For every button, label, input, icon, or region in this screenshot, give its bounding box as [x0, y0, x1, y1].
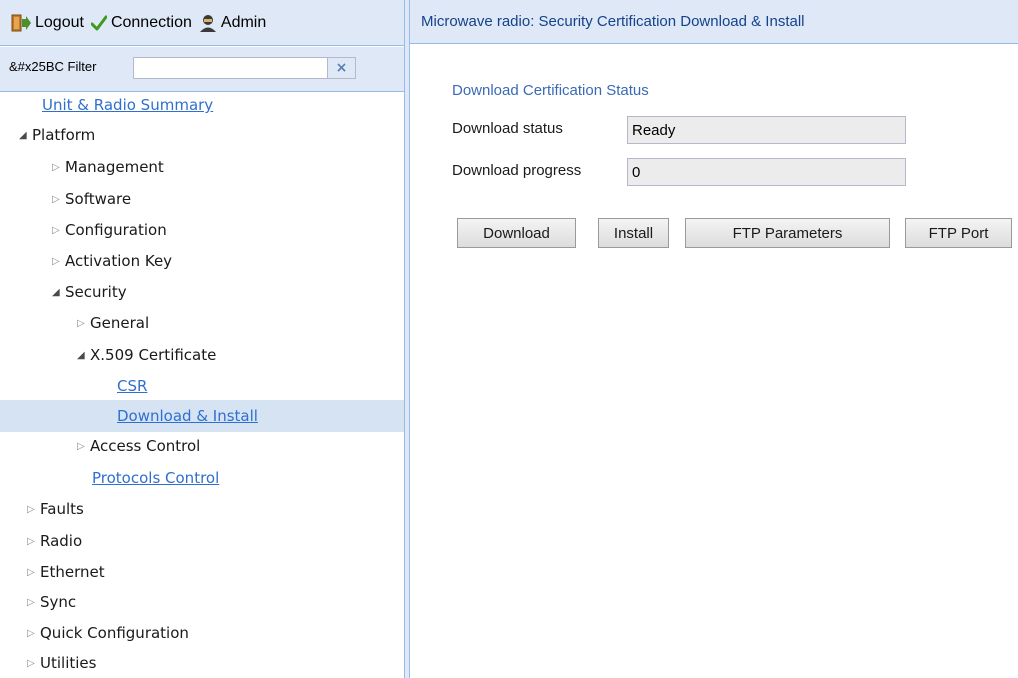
tree-item-general[interactable]: ▷ General [0, 307, 408, 339]
tree-item-label: Platform [32, 126, 96, 144]
collapsed-triangle-icon[interactable]: ▷ [27, 658, 40, 669]
expanded-triangle-icon[interactable]: ◢ [19, 130, 32, 141]
filter-label[interactable]: &#x25BC Filter [9, 59, 96, 74]
tree-item-label: Configuration [65, 221, 167, 239]
expanded-triangle-icon[interactable]: ◢ [77, 350, 90, 361]
collapsed-triangle-icon[interactable]: ▷ [27, 597, 40, 608]
tree-item-x509-certificate[interactable]: ◢ X.509 Certificate [0, 339, 408, 371]
download-status-field: Ready [627, 116, 906, 144]
tree-item-faults[interactable]: ▷ Faults [0, 493, 408, 525]
tree-item-radio[interactable]: ▷ Radio [0, 525, 408, 557]
tree-item-label: Security [65, 283, 127, 301]
tree-item-access-control[interactable]: ▷ Access Control [0, 430, 408, 462]
tree-item-label: X.509 Certificate [90, 346, 217, 364]
collapsed-triangle-icon[interactable]: ▷ [77, 441, 90, 452]
connection-button[interactable]: Connection [90, 13, 192, 32]
tree-item-label: Faults [40, 500, 84, 518]
page-title-bar: Microwave radio: Security Certification … [410, 0, 1018, 44]
tree-item-label: Quick Configuration [40, 624, 189, 642]
tree-item-sync[interactable]: ▷ Sync [0, 586, 408, 618]
ftp-port-button[interactable]: FTP Port [905, 218, 1012, 248]
install-button[interactable]: Install [598, 218, 669, 248]
tree-item-label: Access Control [90, 437, 201, 455]
tree-item-label: Software [65, 190, 132, 208]
admin-label: Admin [220, 13, 267, 31]
download-progress-field: 0 [627, 158, 906, 186]
tree-item-utilities[interactable]: ▷ Utilities [0, 647, 408, 678]
logout-label: Logout [35, 13, 84, 31]
tree-item-label[interactable]: Unit & Radio Summary [42, 96, 213, 114]
tree-item-label: Utilities [40, 654, 97, 672]
logout-door-icon [11, 14, 31, 32]
tree-item-configuration[interactable]: ▷ Configuration [0, 214, 408, 246]
collapsed-triangle-icon[interactable]: ▷ [27, 567, 40, 578]
tree-item-quick-configuration[interactable]: ▷ Quick Configuration [0, 617, 408, 649]
collapsed-triangle-icon[interactable]: ▷ [52, 162, 65, 173]
page-title: Microwave radio: Security Certification … [421, 13, 805, 30]
tree-item-ethernet[interactable]: ▷ Ethernet [0, 556, 408, 588]
navigation-panel: Logout Connection Admin &#x25BC Filter × [0, 0, 408, 678]
collapsed-triangle-icon[interactable]: ▷ [77, 318, 90, 329]
content-panel: Microwave radio: Security Certification … [410, 0, 1018, 678]
collapsed-triangle-icon[interactable]: ▷ [52, 256, 65, 267]
section-title: Download Certification Status [452, 82, 649, 99]
collapsed-triangle-icon[interactable]: ▷ [27, 536, 40, 547]
tree-item-label: Management [65, 158, 164, 176]
filter-input[interactable] [133, 57, 328, 79]
download-progress-label: Download progress [452, 162, 582, 179]
download-status-label: Download status [452, 120, 563, 137]
collapsed-triangle-icon[interactable]: ▷ [52, 194, 65, 205]
connection-label: Connection [110, 13, 192, 31]
tree-item-management[interactable]: ▷ Management [0, 151, 408, 183]
tree-item-label[interactable]: CSR [117, 377, 147, 395]
collapsed-triangle-icon[interactable]: ▷ [27, 504, 40, 515]
tree-item-security[interactable]: ◢ Security [0, 276, 408, 308]
top-toolbar: Logout Connection Admin [0, 0, 404, 46]
tree-item-csr[interactable]: CSR [0, 370, 408, 402]
checkmark-icon [90, 15, 107, 31]
logout-button[interactable]: Logout [11, 14, 84, 32]
tree-item-label: Ethernet [40, 563, 105, 581]
expanded-triangle-icon[interactable]: ◢ [52, 287, 65, 298]
tree-item-label: Sync [40, 593, 77, 611]
tree-item-platform[interactable]: ◢ Platform [0, 119, 408, 151]
collapsed-triangle-icon[interactable]: ▷ [27, 628, 40, 639]
clear-filter-icon[interactable]: × [328, 57, 356, 79]
user-icon [199, 14, 217, 32]
collapsed-triangle-icon[interactable]: ▷ [52, 225, 65, 236]
tree-item-download-install[interactable]: Download & Install [0, 400, 408, 432]
tree-item-software[interactable]: ▷ Software [0, 183, 408, 215]
tree-item-label[interactable]: Download & Install [117, 407, 258, 425]
admin-button[interactable]: Admin [199, 14, 266, 32]
download-button[interactable]: Download [457, 218, 576, 248]
tree-item-label: Radio [40, 532, 83, 550]
tree-item-label[interactable]: Protocols Control [92, 469, 219, 487]
tree-item-protocols-control[interactable]: Protocols Control [0, 462, 408, 494]
ftp-parameters-button[interactable]: FTP Parameters [685, 218, 890, 248]
tree-item-activation-key[interactable]: ▷ Activation Key [0, 245, 408, 277]
tree-item-label: General [90, 314, 150, 332]
tree-item-label: Activation Key [65, 252, 173, 270]
tree-item-unit-radio-summary[interactable]: Unit & Radio Summary [0, 89, 408, 121]
